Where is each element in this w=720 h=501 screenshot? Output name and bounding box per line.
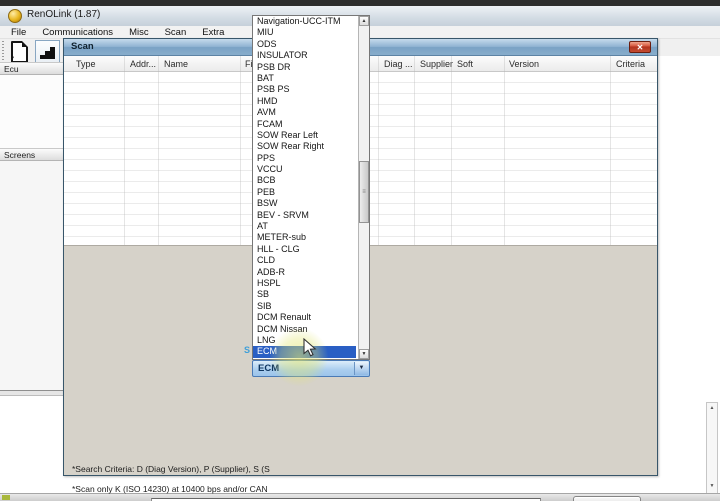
search-criteria-note: *Search Criteria: D (Diag Version), P (S… (72, 464, 270, 474)
ecu-list-item-dcm-nissan[interactable]: DCM Nissan (253, 324, 356, 335)
ecu-list-item-insulator[interactable]: INSULATOR (253, 50, 356, 61)
ecu-dropdown-list: Navigation-UCC-ITM MIU ODS INSULATOR PSB DR B… (252, 15, 370, 360)
app-icon (8, 9, 22, 23)
scroll-up-icon[interactable]: ▲ (707, 404, 717, 414)
ecu-list-item-dcm-renault[interactable]: DCM Renault (253, 312, 356, 323)
column-separator (124, 56, 125, 245)
stairs-art (40, 55, 45, 59)
ecu-list-item-bsw[interactable]: BSW (253, 198, 356, 209)
column-separator (240, 56, 241, 245)
scroll-down-icon[interactable]: ▼ (707, 482, 717, 492)
app-title: RenOLink (1.87) (27, 9, 100, 20)
screens-panel (0, 161, 64, 390)
ecu-list-item-sow-rear-right[interactable]: SOW Rear Right (253, 141, 356, 152)
ecu-list-item-bcb[interactable]: BCB (253, 175, 356, 186)
ecu-list-item-psb-ps[interactable]: PSB PS (253, 84, 356, 95)
ecu-list-item-vccu[interactable]: VCCU (253, 164, 356, 175)
ecu-list-item-cld[interactable]: CLD (253, 255, 356, 266)
ecu-combobox[interactable]: ECM ▼ (252, 360, 370, 377)
menu-file[interactable]: File (3, 27, 34, 38)
ecu-list-item-miu[interactable]: MIU (253, 27, 356, 38)
screen: RenOLink (1.87) File Communications Misc Sc… (0, 0, 720, 501)
column-header-criteria[interactable]: Criteria (616, 59, 645, 69)
scroll-up-icon[interactable]: ▲ (359, 16, 369, 26)
column-header-type[interactable]: Type (76, 59, 96, 69)
column-separator (414, 56, 415, 245)
column-header-name[interactable]: Name (164, 59, 188, 69)
column-separator (158, 56, 159, 245)
scan-window-title: Scan (71, 41, 94, 52)
toolbar-gripper[interactable] (2, 41, 4, 63)
ecu-list-item-bev-srvm[interactable]: BEV - SRVM (253, 210, 356, 221)
ecu-combobox-value: ECM (258, 363, 279, 374)
app-window-bottom-edge (0, 390, 63, 396)
column-header-diag[interactable]: Diag ... (384, 59, 413, 69)
ecu-list-item-sow-rear-left[interactable]: SOW Rear Left (253, 130, 356, 141)
ecu-list-item-meter-sub[interactable]: METER-sub (253, 232, 356, 243)
chevron-down-icon[interactable]: ▼ (354, 362, 368, 375)
mouse-cursor (303, 338, 318, 358)
menu-extra[interactable]: Extra (194, 27, 232, 38)
ecu-list-item-ods[interactable]: ODS (253, 39, 356, 50)
scan-protocol-note: *Scan only K (ISO 14230) at 10400 bps an… (72, 484, 268, 494)
page-art (11, 41, 28, 63)
ecu-list-item-psb-dr[interactable]: PSB DR (253, 62, 356, 73)
menu-scan[interactable]: Scan (157, 27, 195, 38)
page-scrollbar[interactable]: ▲ ▼ (706, 402, 718, 494)
browse-addressing-button[interactable]: Browse... (573, 496, 641, 501)
column-header-supplier[interactable]: Supplier (420, 59, 453, 69)
menu-misc[interactable]: Misc (121, 27, 157, 38)
ecu-list-item-sib[interactable]: SIB (253, 301, 356, 312)
sidebar-section-screens[interactable]: Screens (0, 148, 63, 161)
column-separator (451, 56, 452, 245)
column-header-soft[interactable]: Soft (457, 59, 473, 69)
sidebar-section-ecu[interactable]: Ecu (0, 62, 63, 75)
menu-communications[interactable]: Communications (34, 27, 121, 38)
ecu-list-item-hll-clg[interactable]: HLL - CLG (253, 244, 356, 255)
ecu-list-item-at[interactable]: AT (253, 221, 356, 232)
dropdown-scrollbar[interactable]: ▲ ≡ ▼ (358, 16, 369, 359)
ecu-list-item-avm[interactable]: AVM (253, 107, 356, 118)
close-window-icon[interactable]: ✕ (629, 41, 651, 53)
ecu-list-item-navigation-ucc-itm[interactable]: Navigation-UCC-ITM (253, 16, 356, 27)
column-separator (504, 56, 505, 245)
scroll-down-icon[interactable]: ▼ (359, 349, 369, 359)
column-header-addr[interactable]: Addr... (130, 59, 156, 69)
column-separator (610, 56, 611, 245)
ecu-list-item-sb[interactable]: SB (253, 289, 356, 300)
ecu-list-item-adb-r[interactable]: ADB-R (253, 267, 356, 278)
occluded-label-fragment: S (244, 345, 250, 355)
ecu-list-item-hmd[interactable]: HMD (253, 96, 356, 107)
scrollbar-thumb[interactable]: ≡ (359, 161, 369, 223)
ecu-dropdown-items: Navigation-UCC-ITM MIU ODS INSULATOR PSB DR B… (253, 16, 369, 358)
ecu-panel (0, 75, 64, 148)
ecu-list-item-bat[interactable]: BAT (253, 73, 356, 84)
ecu-list-item-peb[interactable]: PEB (253, 187, 356, 198)
bottom-bar-chip (2, 495, 10, 500)
ecu-list-item-fcam[interactable]: FCAM (253, 119, 356, 130)
column-separator (378, 56, 379, 245)
ecu-list-item-pps[interactable]: PPS (253, 153, 356, 164)
column-header-version[interactable]: Version (509, 59, 539, 69)
ecu-list-item-hspl[interactable]: HSPL (253, 278, 356, 289)
